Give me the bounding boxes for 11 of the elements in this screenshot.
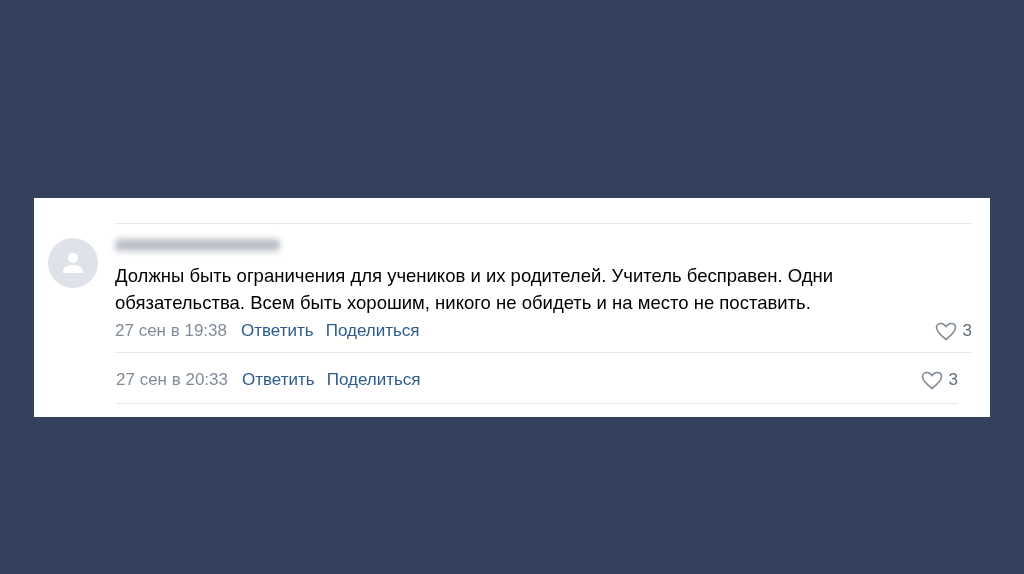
comment-text: Должны быть ограничения для учеников и их родителей. Учитель бесправен. Одни обязательства. Всем быть хорошим, никого не обидеть и на место не поставить. — [115, 264, 835, 315]
comment-date: 27 сен в 20:33 — [116, 369, 228, 392]
action-link[interactable]: Ответить — [241, 318, 314, 344]
like-count: 3 — [962, 320, 972, 343]
heart-icon[interactable] — [934, 321, 957, 341]
heart-icon[interactable] — [920, 370, 943, 390]
comment-date: 27 сен в 19:38 — [115, 320, 227, 343]
like-count: 3 — [948, 369, 958, 392]
action-link[interactable]: Ответить — [242, 367, 315, 393]
action-link[interactable]: Поделиться — [326, 367, 421, 393]
action-link[interactable]: Поделиться — [325, 318, 420, 344]
